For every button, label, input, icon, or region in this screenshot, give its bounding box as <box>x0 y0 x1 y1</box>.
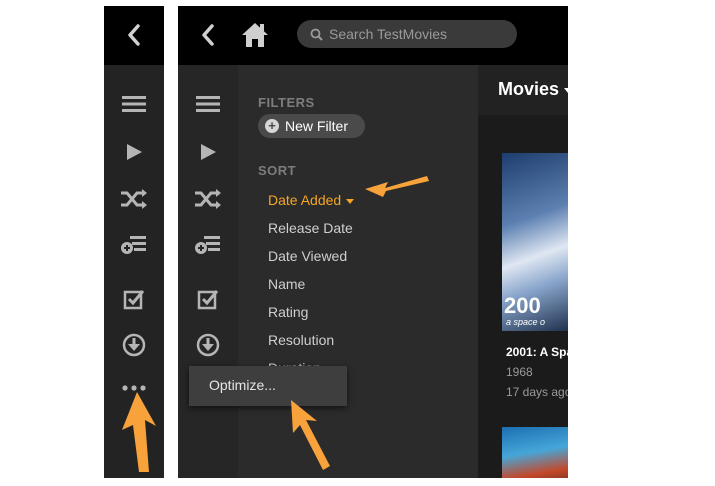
sort-item-resolution[interactable]: Resolution <box>268 332 334 348</box>
menu-icon[interactable] <box>194 92 222 116</box>
sort-heading: SORT <box>258 163 297 178</box>
select-icon[interactable] <box>121 287 147 311</box>
sort-item-date-added[interactable]: Date Added <box>268 192 355 208</box>
shuffle-icon[interactable] <box>119 187 149 211</box>
left-action-rail <box>104 65 164 478</box>
movie-year: 1968 <box>506 365 533 379</box>
sort-item-name[interactable]: Name <box>268 276 305 292</box>
sort-item-rating[interactable]: Rating <box>268 304 308 320</box>
more-icon[interactable] <box>120 381 148 395</box>
filters-sidebar: FILTERS + New Filter SORT Date Added Rel… <box>238 65 478 478</box>
sort-item-release-date[interactable]: Release Date <box>268 220 353 236</box>
menu-icon[interactable] <box>120 92 148 116</box>
back-icon[interactable] <box>122 21 146 49</box>
main-action-rail <box>178 65 238 478</box>
download-icon[interactable] <box>194 331 222 359</box>
optimize-menu-item[interactable]: Optimize... <box>209 377 276 393</box>
sort-item-label: Date Added <box>268 192 342 208</box>
caret-down-icon <box>564 87 568 93</box>
back-icon[interactable] <box>196 21 220 49</box>
shuffle-icon[interactable] <box>193 187 223 211</box>
poster-title-text: 200 <box>504 293 541 318</box>
filters-heading: FILTERS <box>258 95 315 110</box>
add-to-playlist-icon[interactable] <box>119 233 149 257</box>
library-title-dropdown[interactable]: Movies <box>498 79 568 100</box>
new-filter-label: New Filter <box>285 118 349 134</box>
play-icon[interactable] <box>196 140 220 164</box>
left-sidebar-panel <box>104 6 164 478</box>
download-icon[interactable] <box>120 331 148 359</box>
select-icon[interactable] <box>195 287 221 311</box>
home-icon[interactable] <box>240 20 270 50</box>
library-content: Movies 200 a space o 2001: A Spa 1968 17… <box>478 65 568 478</box>
movie-added-date: 17 days ago <box>506 385 568 399</box>
add-to-playlist-icon[interactable] <box>193 233 223 257</box>
library-header: Movies <box>478 65 568 115</box>
library-title: Movies <box>498 79 560 99</box>
more-actions-popup: Optimize... <box>189 366 347 406</box>
plus-icon: + <box>265 119 279 133</box>
movie-poster[interactable] <box>502 427 568 478</box>
sort-item-date-viewed[interactable]: Date Viewed <box>268 248 347 264</box>
poster-subtitle-text: a space o <box>506 317 546 327</box>
search-input[interactable]: Search TestMovies <box>329 26 447 42</box>
main-panel: Search TestMovies FILTERS + New Filter S… <box>178 6 568 478</box>
search-box[interactable]: Search TestMovies <box>297 20 517 48</box>
new-filter-button[interactable]: + New Filter <box>258 114 365 138</box>
left-topbar <box>104 6 164 65</box>
movie-title[interactable]: 2001: A Spa <box>506 345 568 359</box>
search-icon <box>309 27 323 41</box>
main-topbar: Search TestMovies <box>178 6 568 65</box>
caret-down-icon <box>346 198 355 204</box>
play-icon[interactable] <box>122 140 146 164</box>
